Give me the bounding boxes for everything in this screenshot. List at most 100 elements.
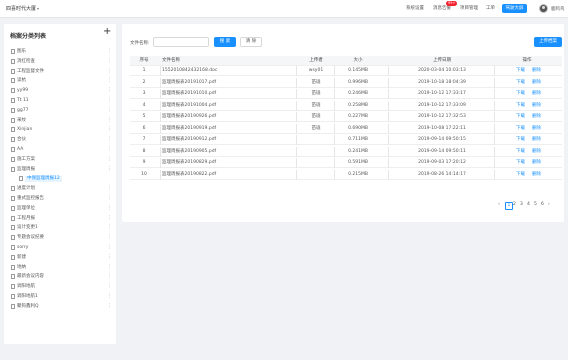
more-icon[interactable]: ⋮: [107, 77, 112, 83]
download-link[interactable]: 下载: [516, 112, 525, 122]
column-divider: [296, 100, 297, 111]
username[interactable]: 鹿鸣鸟: [551, 6, 565, 12]
more-icon[interactable]: ⋮: [107, 87, 112, 93]
delete-link[interactable]: 删除: [532, 89, 541, 99]
sidebar-item[interactable]: yy99 ⋮: [4, 87, 116, 95]
sidebar-item[interactable]: 重式监控报告 ⋮: [4, 195, 116, 203]
more-icon[interactable]: ⋮: [107, 166, 112, 172]
more-icon[interactable]: ⋮: [107, 215, 112, 221]
more-icon[interactable]: ⋮: [107, 283, 112, 289]
sidebar-item[interactable]: 进度计划 ⋮: [4, 185, 116, 193]
table-row: 1 1552010842432168.doc wsy01 0.145MB 2020-03…: [130, 66, 562, 76]
delete-link[interactable]: 删除: [532, 124, 541, 134]
more-icon[interactable]: ⋮: [107, 97, 112, 103]
more-icon[interactable]: ⋮: [107, 254, 112, 260]
sidebar-item[interactable]: Tt 11 ⋮: [4, 97, 116, 105]
sidebar-item[interactable]: 采纹 ⋮: [4, 117, 116, 125]
search-button[interactable]: 搜 索: [214, 37, 236, 47]
more-icon[interactable]: ⋮: [107, 117, 112, 123]
delete-link[interactable]: 删除: [532, 158, 541, 168]
sidebar-item[interactable]: 图乐 ⋮: [4, 48, 116, 56]
sidebar-item[interactable]: 专题会议纪要 ⋮: [4, 234, 116, 242]
sidebar-item[interactable]: 设计变更1 ⋮: [4, 224, 116, 232]
download-link[interactable]: 下载: [516, 89, 525, 99]
page-number[interactable]: 4: [527, 201, 530, 209]
clear-button[interactable]: 清 除: [240, 37, 262, 47]
more-icon[interactable]: ⋮: [107, 58, 112, 64]
delete-link[interactable]: 删除: [532, 147, 541, 157]
alert-count-badge: 99+: [446, 1, 458, 6]
sidebar-item[interactable]: 监理周报 ⋮: [4, 166, 116, 174]
sidebar-item[interactable]: sorry ⋮: [4, 244, 116, 252]
column-divider: [494, 89, 495, 99]
avatar[interactable]: [539, 4, 548, 13]
page-number[interactable]: 1: [505, 202, 513, 210]
sidebar-item[interactable]: AA ⋮: [4, 146, 116, 154]
sidebar-item[interactable]: 消红检查 ⋮: [4, 58, 116, 66]
page-number[interactable]: 2: [513, 201, 516, 209]
more-icon[interactable]: ⋮: [107, 205, 112, 211]
more-icon[interactable]: ⋮: [107, 234, 112, 240]
download-link[interactable]: 下载: [516, 147, 525, 157]
more-icon[interactable]: ⋮: [107, 264, 112, 270]
sidebar-item[interactable]: 地纳 ⋮: [4, 264, 116, 272]
more-icon[interactable]: ⋮: [107, 136, 112, 142]
sidebar-item[interactable]: 中保监理周报12: [4, 175, 116, 183]
bigscreen-button[interactable]: 驾驶大屏: [502, 4, 527, 13]
page-number[interactable]: 5: [534, 201, 537, 209]
nav-system-settings[interactable]: 系统设置: [406, 5, 424, 11]
sidebar-item[interactable]: 监理单位 ⋮: [4, 205, 116, 213]
download-link[interactable]: 下载: [516, 101, 525, 111]
nav-project-management[interactable]: 项目管理: [460, 5, 478, 11]
sidebar-item[interactable]: 合伙 ⋮: [4, 136, 116, 144]
download-link[interactable]: 下载: [516, 78, 525, 88]
sidebar-item[interactable]: 读杭 ⋮: [4, 77, 116, 85]
more-icon[interactable]: ⋮: [107, 107, 112, 113]
download-link[interactable]: 下载: [516, 158, 525, 168]
more-icon[interactable]: ⋮: [107, 146, 112, 152]
download-link[interactable]: 下载: [516, 135, 525, 145]
delete-link[interactable]: 删除: [532, 135, 541, 145]
page-number[interactable]: 6: [541, 201, 544, 209]
sidebar-item[interactable]: 调阳地航 ⋮: [4, 283, 116, 291]
sidebar-item[interactable]: 施工方案 ⋮: [4, 156, 116, 164]
more-icon[interactable]: ⋮: [107, 244, 112, 250]
more-icon[interactable]: ⋮: [107, 126, 112, 132]
download-link[interactable]: 下载: [516, 66, 525, 76]
download-link[interactable]: 下载: [516, 170, 525, 180]
more-icon[interactable]: ⋮: [107, 273, 112, 279]
delete-link[interactable]: 删除: [532, 112, 541, 122]
more-icon[interactable]: ⋮: [107, 48, 112, 54]
sidebar-item[interactable]: Xinjian ⋮: [4, 126, 116, 134]
sidebar-item[interactable]: 聚钩鑫利Q ⋮: [4, 303, 116, 311]
prev-page-button[interactable]: ‹: [498, 201, 500, 209]
more-icon[interactable]: ⋮: [107, 303, 112, 309]
more-icon[interactable]: ⋮: [107, 68, 112, 74]
sidebar-item[interactable]: 工程月报 ⋮: [4, 215, 116, 223]
sidebar-item[interactable]: 最新会议内容 ⋮: [4, 273, 116, 281]
upload-archive-button[interactable]: 上传档案: [534, 37, 562, 47]
sidebar-item[interactable]: 调阳地航1 ⋮: [4, 293, 116, 301]
next-page-button[interactable]: ›: [548, 201, 550, 209]
delete-link[interactable]: 删除: [532, 170, 541, 180]
sidebar-item[interactable]: 工程监督文件 ⋮: [4, 68, 116, 76]
delete-link[interactable]: 删除: [532, 78, 541, 88]
file-icon: [11, 78, 15, 84]
file-icon: [11, 156, 15, 162]
more-icon[interactable]: ⋮: [107, 293, 112, 299]
more-icon[interactable]: ⋮: [107, 195, 112, 201]
delete-link[interactable]: 删除: [532, 66, 541, 76]
add-category-button[interactable]: +: [103, 27, 111, 37]
delete-link[interactable]: 删除: [532, 101, 541, 111]
sidebar-item[interactable]: gg77 ⋮: [4, 107, 116, 115]
filename-input[interactable]: [153, 37, 209, 47]
nav-work-orders[interactable]: 工单: [486, 5, 495, 11]
column-divider: [494, 112, 495, 122]
more-icon[interactable]: ⋮: [107, 156, 112, 162]
sidebar-item[interactable]: 新建 ⋮: [4, 254, 116, 262]
project-selector[interactable]: 四喜时代大厦▾: [6, 5, 39, 12]
more-icon[interactable]: ⋮: [107, 224, 112, 230]
download-link[interactable]: 下载: [516, 124, 525, 134]
more-icon[interactable]: ⋮: [107, 185, 112, 191]
page-number[interactable]: 3: [520, 201, 523, 209]
